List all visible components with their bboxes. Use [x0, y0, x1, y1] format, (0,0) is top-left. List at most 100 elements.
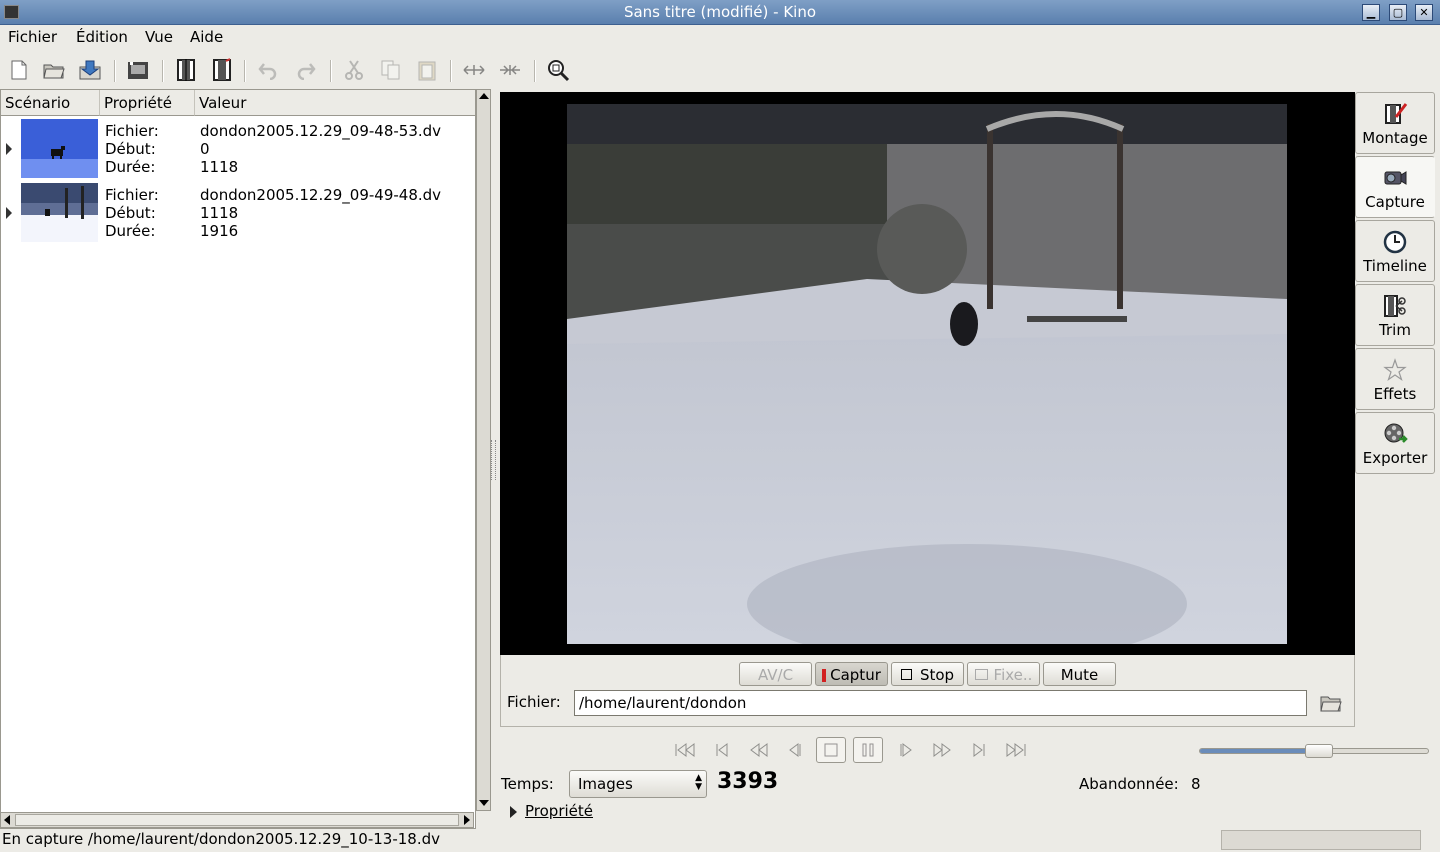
capture-file-label: Fichier:: [507, 693, 561, 711]
time-label: Temps:: [501, 775, 554, 793]
scene-thumbnail: [21, 183, 98, 242]
previous-scene-icon[interactable]: [707, 737, 737, 763]
volume-slider[interactable]: [1199, 744, 1429, 758]
collapse-icon[interactable]: [496, 56, 524, 84]
minimize-button[interactable]: ▁: [1362, 4, 1380, 21]
split-scene-icon[interactable]: [172, 56, 200, 84]
file-label: Fichier:: [105, 186, 159, 204]
mute-button[interactable]: Mute: [1043, 662, 1116, 686]
sidebar-item-trim[interactable]: Trim: [1355, 284, 1435, 346]
redo-icon[interactable]: [292, 56, 320, 84]
menu-aide[interactable]: Aide: [190, 28, 223, 46]
goto-start-icon[interactable]: [670, 737, 700, 763]
close-button[interactable]: ✕: [1415, 4, 1433, 21]
clock-icon: [1383, 230, 1407, 254]
vertical-scrollbar[interactable]: [476, 89, 491, 811]
window-title: Sans titre (modifié) - Kino: [623, 3, 817, 21]
menu-fichier[interactable]: Fichier: [8, 28, 57, 46]
rewind-icon[interactable]: [744, 737, 774, 763]
next-frame-icon[interactable]: [890, 737, 920, 763]
capture-button[interactable]: Captur: [815, 662, 888, 686]
cut-icon[interactable]: [340, 56, 368, 84]
duration-label: Durée:: [105, 222, 156, 240]
frame-counter: 3393: [717, 769, 779, 794]
dropped-frames-value: 8: [1191, 775, 1201, 793]
edit-icon: [1385, 103, 1408, 124]
time-format-select[interactable]: Images ▲ ▼: [569, 770, 707, 798]
stop-button[interactable]: Stop: [891, 662, 964, 686]
join-scene-icon[interactable]: [208, 56, 236, 84]
scene-row[interactable]: Fichier: Début: Durée: dondon2005.12.29_…: [1, 183, 475, 245]
sidebar-item-capture[interactable]: Capture: [1355, 156, 1435, 218]
scrollbar-thumb[interactable]: [15, 814, 459, 826]
volume-slider-handle[interactable]: [1304, 744, 1333, 758]
file-label: Fichier:: [105, 122, 159, 140]
save-frame-icon[interactable]: [124, 56, 152, 84]
duration-value: 1118: [200, 158, 239, 176]
dropped-frames-label: Abandonnée:: [1079, 775, 1179, 793]
volume-slider-fill: [1200, 749, 1319, 753]
zoom-icon[interactable]: [544, 56, 572, 84]
scroll-up-arrow-icon[interactable]: [479, 93, 489, 99]
status-progress-area: [1221, 830, 1421, 850]
start-label: Début:: [105, 140, 156, 158]
start-label: Début:: [105, 204, 156, 222]
column-header-value[interactable]: Valeur: [195, 90, 475, 116]
copy-icon[interactable]: [377, 56, 405, 84]
browse-folder-icon[interactable]: [1319, 692, 1343, 714]
duration-value: 1916: [200, 222, 239, 240]
capture-file-input[interactable]: /home/laurent/dondon: [574, 690, 1307, 716]
sidebar-item-label: Exporter: [1362, 449, 1428, 467]
avc-button[interactable]: AV/C: [739, 662, 812, 686]
menu-bar: Fichier Édition Vue Aide: [0, 25, 1440, 50]
expand-icon[interactable]: [460, 56, 488, 84]
stop-playback-button[interactable]: [816, 737, 846, 763]
sidebar-item-timeline[interactable]: Timeline: [1355, 220, 1435, 282]
sidebar-item-label: Capture: [1365, 193, 1425, 211]
goto-end-icon[interactable]: [1001, 737, 1031, 763]
expander-triangle-icon[interactable]: [6, 143, 12, 155]
previous-frame-icon[interactable]: [781, 737, 811, 763]
transport-controls: [670, 737, 1040, 765]
still-frame-button[interactable]: Fixe..: [967, 662, 1040, 686]
column-header-property[interactable]: Propriété: [100, 90, 195, 116]
video-preview: [567, 104, 1287, 644]
file-value: dondon2005.12.29_09-48-53.dv: [200, 122, 442, 140]
new-icon[interactable]: [5, 56, 33, 84]
expander-triangle-icon[interactable]: [6, 207, 12, 219]
trim-icon: [1384, 295, 1406, 317]
sidebar-item-montage[interactable]: Montage: [1355, 92, 1435, 154]
scroll-down-arrow-icon[interactable]: [479, 800, 489, 806]
expander-triangle-icon: [510, 806, 517, 818]
select-arrows-icon: ▲ ▼: [695, 773, 702, 792]
next-scene-icon[interactable]: [964, 737, 994, 763]
export-icon: [1384, 423, 1408, 443]
pause-button[interactable]: [853, 737, 883, 763]
scroll-left-arrow-icon[interactable]: [4, 815, 10, 825]
save-icon[interactable]: [76, 56, 104, 84]
menu-edition[interactable]: Édition: [76, 28, 128, 46]
sidebar-item-exporter[interactable]: Exporter: [1355, 412, 1435, 474]
still-frame-icon: [974, 669, 988, 680]
mode-sidebar: Montage Capture Timeline Trim Effets Exp…: [1355, 92, 1437, 478]
status-text: En capture /home/laurent/dondon2005.12.2…: [2, 830, 440, 848]
horizontal-scrollbar[interactable]: [0, 812, 474, 828]
start-value: 1118: [200, 204, 239, 222]
column-header-scenario[interactable]: Scénario: [1, 90, 100, 116]
maximize-button[interactable]: ▢: [1389, 4, 1407, 21]
properties-expander-label: Propriété: [525, 802, 593, 820]
title-bar: Sans titre (modifié) - Kino ▁ ▢ ✕: [0, 0, 1440, 25]
sidebar-item-effets[interactable]: Effets: [1355, 348, 1435, 410]
status-bar: En capture /home/laurent/dondon2005.12.2…: [0, 829, 1440, 852]
menu-vue[interactable]: Vue: [145, 28, 173, 46]
pane-splitter-handle[interactable]: [491, 440, 496, 480]
undo-icon[interactable]: [254, 56, 282, 84]
fast-forward-icon[interactable]: [927, 737, 957, 763]
scene-row[interactable]: Fichier: Début: Durée: dondon2005.12.29_…: [1, 119, 475, 181]
open-icon[interactable]: [40, 56, 68, 84]
sidebar-item-label: Effets: [1373, 385, 1417, 403]
storyboard-panel: Scénario Propriété Valeur Fichier: Début…: [0, 89, 476, 829]
paste-icon[interactable]: [413, 56, 441, 84]
duration-label: Durée:: [105, 158, 156, 176]
scroll-right-arrow-icon[interactable]: [464, 815, 470, 825]
